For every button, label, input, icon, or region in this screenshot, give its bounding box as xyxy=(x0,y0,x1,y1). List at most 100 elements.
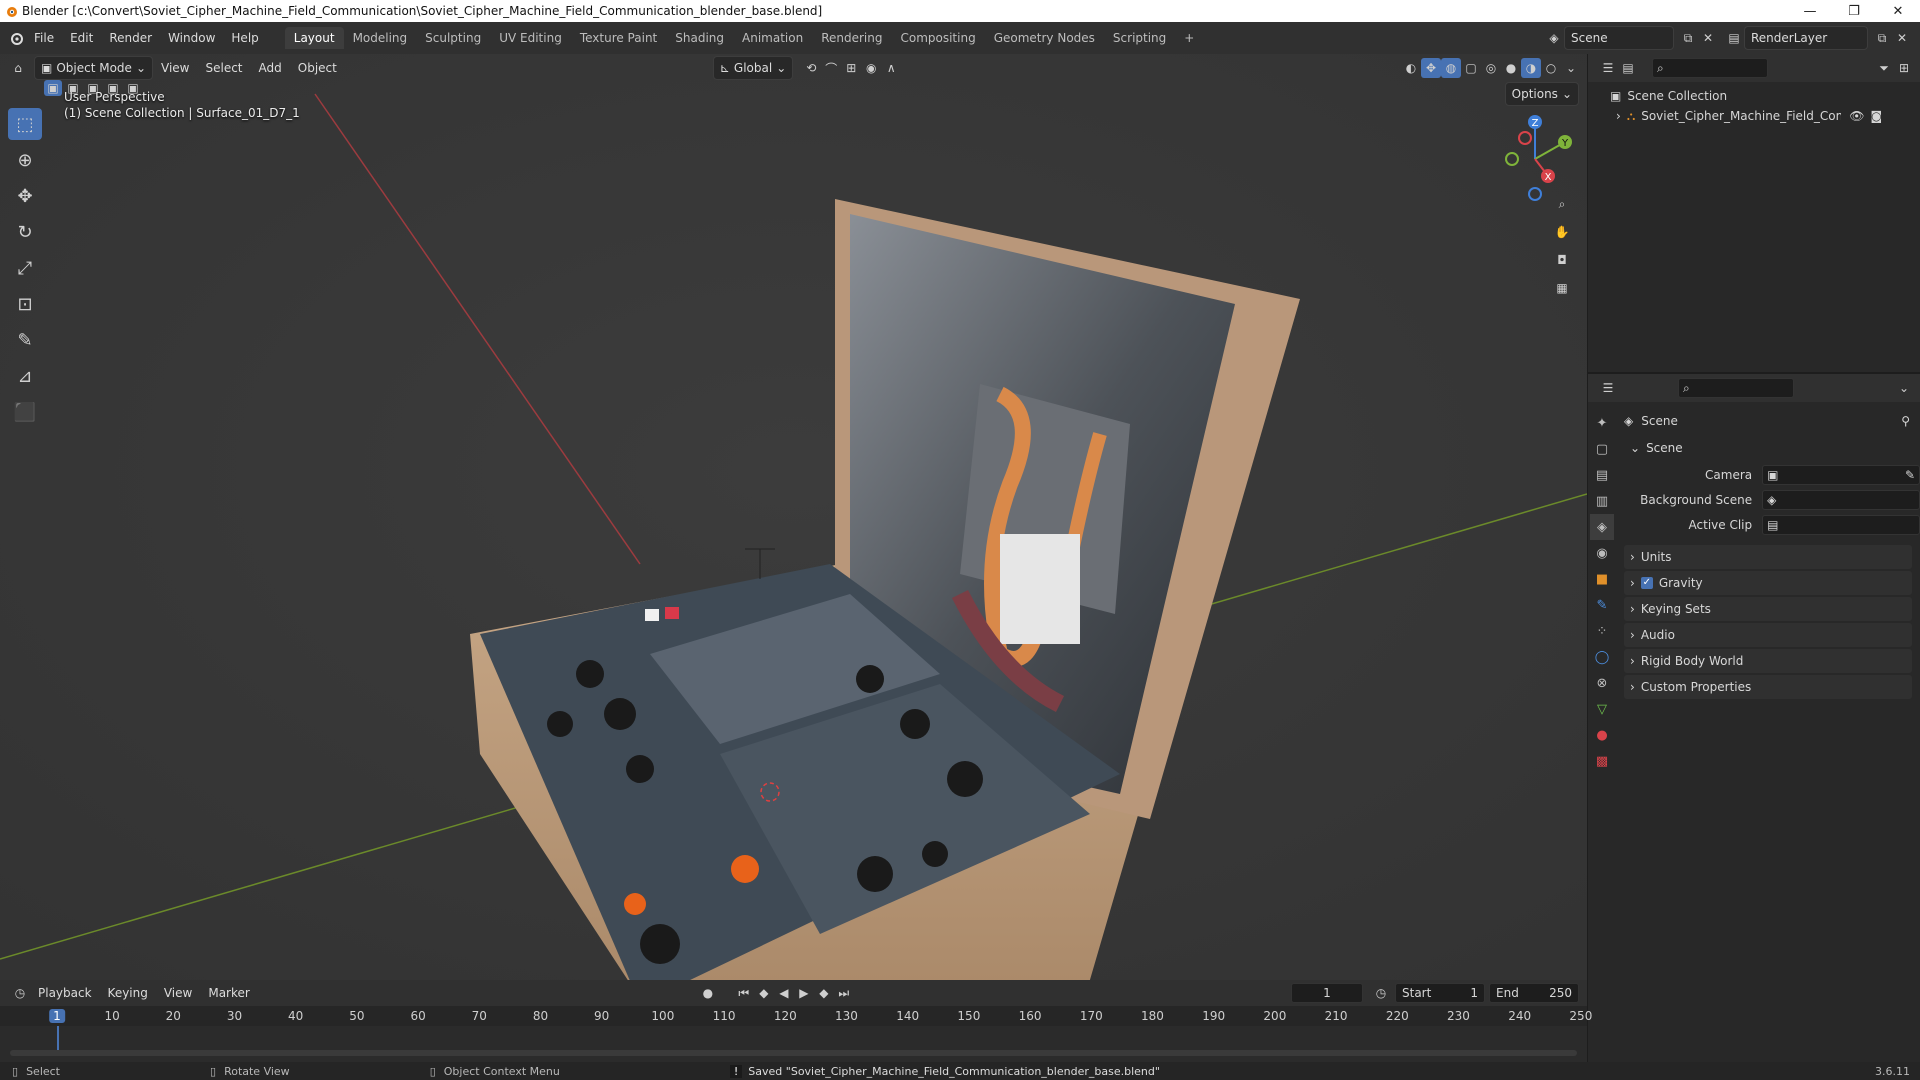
menu-help[interactable]: Help xyxy=(223,31,266,45)
add-cube-tool-icon[interactable]: ⬛ xyxy=(8,396,42,428)
vp-menu-add[interactable]: Add xyxy=(251,61,290,75)
timeline-menu-playback[interactable]: Playback xyxy=(30,986,100,1000)
add-workspace-button[interactable]: + xyxy=(1175,27,1203,49)
workspace-tab-compositing[interactable]: Compositing xyxy=(891,27,984,49)
properties-search-input[interactable]: ⌕ xyxy=(1678,378,1794,398)
transform-orientation-selector[interactable]: ⊾ Global ⌄ xyxy=(712,56,794,80)
rendered-shading-icon[interactable]: ○ xyxy=(1541,58,1561,78)
cursor-tool-icon[interactable]: ⊕ xyxy=(8,144,42,176)
prev-keyframe-icon[interactable]: ◆ xyxy=(754,983,774,1003)
timeline-menu-view[interactable]: View xyxy=(156,986,200,1000)
panel-gravity[interactable]: › ✓ Gravity xyxy=(1624,571,1912,595)
end-frame-field[interactable]: End 250 xyxy=(1489,983,1579,1003)
workspace-tab-shading[interactable]: Shading xyxy=(666,27,733,49)
maximize-button[interactable]: ❐ xyxy=(1832,0,1876,22)
timeline-editor-type-icon[interactable]: ◷ xyxy=(10,983,30,1003)
record-icon[interactable]: ● xyxy=(698,983,718,1003)
workspace-tab-animation[interactable]: Animation xyxy=(733,27,812,49)
output-tab-icon[interactable]: ▤ xyxy=(1590,462,1614,488)
frame-ruler[interactable]: 1 10 20 30 40 50 60 70 80 90 100 110 120 130 140 150 160… xyxy=(0,1006,1592,1026)
3d-viewport[interactable]: ⌂ ▣ Object Mode ⌄ View Select Add Object… xyxy=(0,54,1587,980)
close-button[interactable]: ✕ xyxy=(1876,0,1920,22)
annotate-tool-icon[interactable]: ✎ xyxy=(8,324,42,356)
material-shading-icon[interactable]: ◑ xyxy=(1521,58,1541,78)
vp-menu-select[interactable]: Select xyxy=(197,61,250,75)
gizmo-neg-x-handle[interactable] xyxy=(1518,131,1532,145)
proportional-edit-icon[interactable]: ◉ xyxy=(861,58,881,78)
overlay-toggle-icon[interactable]: ◍ xyxy=(1441,58,1461,78)
snap-icon[interactable]: ⌒ xyxy=(821,58,841,78)
preview-range-icon[interactable]: ◷ xyxy=(1371,983,1391,1003)
visibility-icon[interactable]: ◐ xyxy=(1401,58,1421,78)
camera-render-icon[interactable]: ◙ xyxy=(1870,109,1882,123)
tool-tab-icon[interactable]: ✦ xyxy=(1590,410,1614,436)
outliner-row-scene-collection[interactable]: ▣ Scene Collection xyxy=(1588,86,1920,106)
xray-icon[interactable]: ▢ xyxy=(1461,58,1481,78)
blender-menu-icon[interactable] xyxy=(6,28,26,48)
rotate-tool-icon[interactable]: ↻ xyxy=(8,216,42,248)
data-tab-icon[interactable]: ▽ xyxy=(1590,696,1614,722)
panel-keying-sets[interactable]: › Keying Sets xyxy=(1624,597,1912,621)
start-frame-field[interactable]: Start 1 xyxy=(1395,983,1485,1003)
editor-type-icon[interactable]: ⌂ xyxy=(8,58,28,78)
eyedropper-icon[interactable]: ✎ xyxy=(1905,468,1915,482)
solid-shading-icon[interactable]: ● xyxy=(1501,58,1521,78)
menu-window[interactable]: Window xyxy=(160,31,223,45)
next-keyframe-icon[interactable]: ◆ xyxy=(814,983,834,1003)
render-layer-selector[interactable]: RenderLayer xyxy=(1744,26,1868,50)
constraints-tab-icon[interactable]: ⊗ xyxy=(1590,670,1614,696)
timeline-scrollbar[interactable] xyxy=(10,1050,1577,1056)
gravity-checkbox[interactable]: ✓ xyxy=(1640,577,1653,589)
move-tool-icon[interactable]: ✥ xyxy=(8,180,42,212)
transform-tool-icon[interactable]: ⊡ xyxy=(8,288,42,320)
delete-scene-icon[interactable]: ✕ xyxy=(1698,28,1718,48)
mode-selector[interactable]: ▣ Object Mode ⌄ xyxy=(34,56,153,80)
select-new-icon[interactable]: ▣ xyxy=(44,80,62,96)
new-scene-icon[interactable]: ⧉ xyxy=(1678,28,1698,48)
expand-arrow-icon[interactable]: › xyxy=(1616,109,1621,123)
vp-menu-view[interactable]: View xyxy=(153,61,197,75)
render-tab-icon[interactable]: ▢ xyxy=(1590,436,1614,462)
minimize-button[interactable]: — xyxy=(1788,0,1832,22)
background-scene-field[interactable]: ◈ xyxy=(1762,489,1920,510)
view-layer-tab-icon[interactable]: ▥ xyxy=(1590,488,1614,514)
properties-editor-type-icon[interactable]: ☰ xyxy=(1598,378,1618,398)
workspace-tab-uv-editing[interactable]: UV Editing xyxy=(490,27,571,49)
material-tab-icon[interactable]: ● xyxy=(1590,722,1614,748)
gizmo-neg-y-handle[interactable] xyxy=(1505,152,1519,166)
workspace-tab-geometry-nodes[interactable]: Geometry Nodes xyxy=(985,27,1104,49)
navigation-gizmo[interactable]: Z Y X xyxy=(1490,114,1580,204)
menu-edit[interactable]: Edit xyxy=(62,31,101,45)
menu-file[interactable]: File xyxy=(26,31,62,45)
options-button[interactable]: Options ⌄ xyxy=(1504,82,1579,106)
texture-tab-icon[interactable]: ▩ xyxy=(1590,748,1614,774)
play-reverse-icon[interactable]: ◀ xyxy=(774,983,794,1003)
perspective-toggle-icon[interactable]: ▦ xyxy=(1552,278,1572,298)
workspace-tab-rendering[interactable]: Rendering xyxy=(812,27,891,49)
jump-end-icon[interactable]: ⏭ xyxy=(834,983,854,1003)
workspace-tab-layout[interactable]: Layout xyxy=(284,27,344,49)
panel-scene[interactable]: ⌄ Scene xyxy=(1624,436,1912,460)
filter-icon[interactable]: ⏷ xyxy=(1874,58,1894,78)
zoom-icon[interactable]: ⌕ xyxy=(1552,194,1572,214)
object-tab-icon[interactable]: ■ xyxy=(1590,566,1614,592)
camera-field[interactable]: ▣ ✎ xyxy=(1762,464,1920,485)
physics-tab-icon[interactable]: ◯ xyxy=(1590,644,1614,670)
gizmo-neg-z-handle[interactable] xyxy=(1528,187,1542,201)
view-layer-icon[interactable]: ▤ xyxy=(1724,28,1744,48)
play-icon[interactable]: ▶ xyxy=(794,983,814,1003)
display-mode-icon[interactable]: ▤ xyxy=(1618,58,1638,78)
world-tab-icon[interactable]: ◉ xyxy=(1590,540,1614,566)
camera-view-icon[interactable]: ◘ xyxy=(1552,250,1572,270)
jump-start-icon[interactable]: ⏮ xyxy=(734,983,754,1003)
new-view-layer-icon[interactable]: ⧉ xyxy=(1872,28,1892,48)
snap-target-icon[interactable]: ⊞ xyxy=(841,58,861,78)
scene-tab-icon[interactable]: ◈ xyxy=(1590,514,1614,540)
scale-tool-icon[interactable]: ⤢ xyxy=(8,252,42,284)
timeline-menu-marker[interactable]: Marker xyxy=(200,986,257,1000)
outliner-editor-type-icon[interactable]: ☰ xyxy=(1598,58,1618,78)
pan-hand-icon[interactable]: ✋ xyxy=(1552,222,1572,242)
active-clip-field[interactable]: ▤ xyxy=(1762,514,1920,535)
select-box-tool-icon[interactable]: ⬚ xyxy=(8,108,42,140)
panel-rigid-body-world[interactable]: › Rigid Body World xyxy=(1624,649,1912,673)
